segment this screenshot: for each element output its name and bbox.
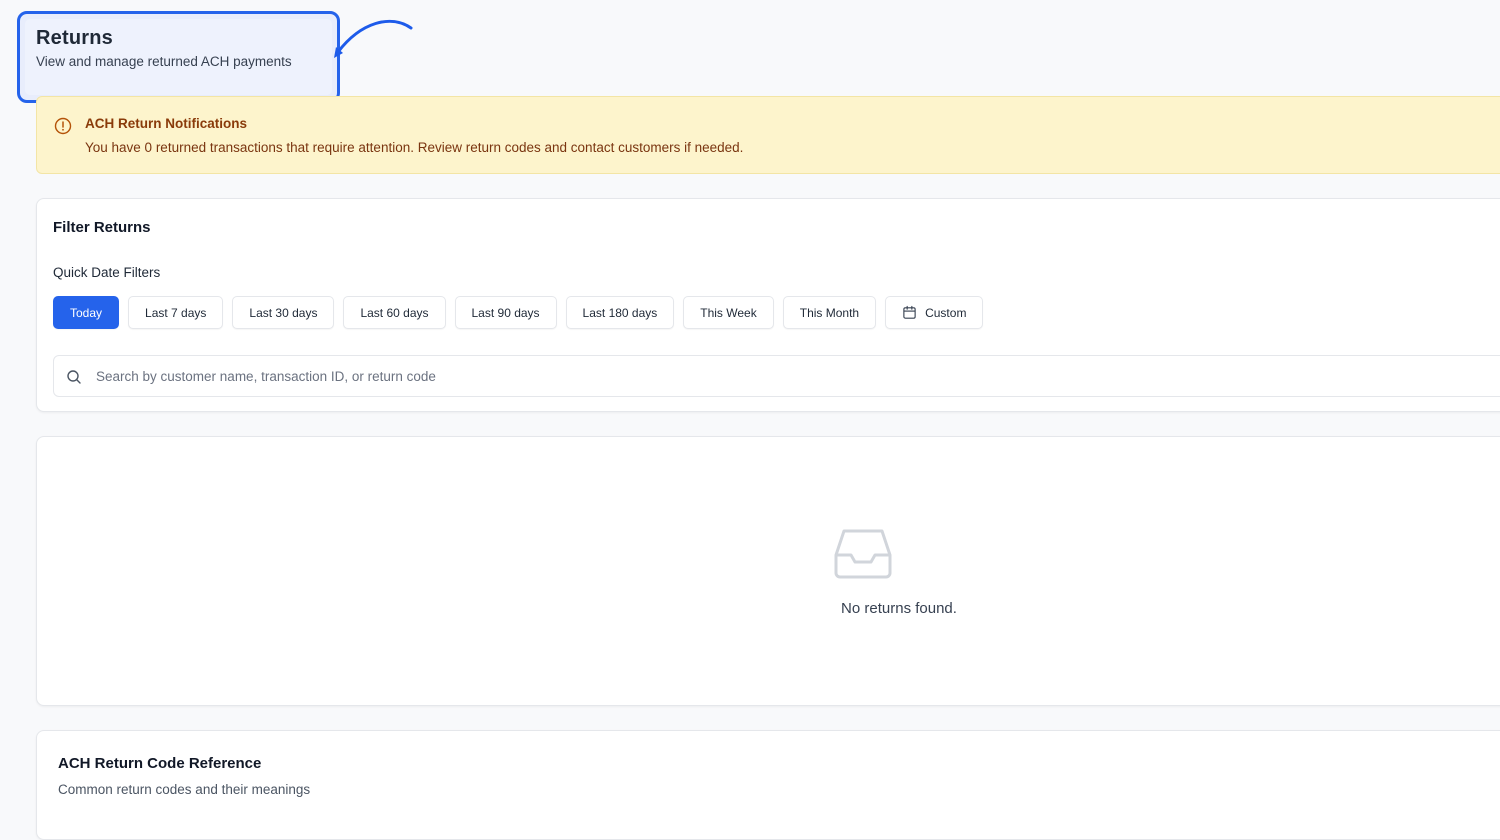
chip-label: Last 7 days: [145, 305, 207, 320]
chip-label: Custom: [925, 305, 967, 320]
filter-chip-today[interactable]: Today: [53, 296, 120, 329]
filter-chip-last-7-days[interactable]: Last 7 days: [128, 296, 224, 329]
search-box: [53, 355, 1500, 397]
filter-chip-this-week[interactable]: This Week: [683, 296, 774, 329]
chip-label: Last 60 days: [360, 305, 429, 320]
empty-state-message: No returns found.: [841, 600, 957, 617]
page-subtitle: View and manage returned ACH payments: [36, 54, 292, 69]
filter-chip-last-180-days[interactable]: Last 180 days: [565, 296, 675, 329]
search-icon: [67, 370, 81, 384]
filter-returns-card: Filter Returns Quick Date Filters Today …: [36, 198, 1500, 412]
reference-title: ACH Return Code Reference: [58, 755, 262, 772]
filter-chip-last-60-days[interactable]: Last 60 days: [343, 296, 446, 329]
calendar-icon: [903, 305, 916, 319]
return-code-reference-card: ACH Return Code Reference Common return …: [36, 730, 1500, 840]
filter-returns-title: Filter Returns: [53, 219, 151, 236]
inbox-icon: [834, 529, 892, 579]
reference-subtitle: Common return codes and their meanings: [58, 782, 311, 797]
alert-title: ACH Return Notifications: [85, 116, 247, 131]
date-filter-chips: Today Last 7 days Last 30 days Last 60 d…: [53, 296, 984, 329]
alert-message: You have 0 returned transactions that re…: [85, 140, 744, 155]
page-title: Returns: [36, 27, 113, 49]
chip-label: This Month: [799, 305, 860, 320]
returns-results-card: [36, 436, 1500, 706]
chip-label: This Week: [700, 305, 757, 320]
chip-label: Today: [70, 305, 103, 320]
filter-chip-last-30-days[interactable]: Last 30 days: [232, 296, 335, 329]
chip-label: Last 90 days: [471, 305, 540, 320]
filter-chip-custom[interactable]: Custom: [885, 296, 984, 329]
quick-date-filters-label: Quick Date Filters: [53, 265, 161, 280]
search-input[interactable]: [94, 356, 1494, 396]
chip-label: Last 180 days: [582, 305, 658, 320]
annotation-arrow-icon: [334, 19, 413, 58]
ach-return-alert: ACH Return Notifications You have 0 retu…: [36, 96, 1500, 174]
filter-chip-this-month[interactable]: This Month: [782, 296, 877, 329]
chip-label: Last 30 days: [249, 305, 318, 320]
alert-circle-icon: [54, 117, 72, 135]
filter-chip-last-90-days[interactable]: Last 90 days: [454, 296, 557, 329]
